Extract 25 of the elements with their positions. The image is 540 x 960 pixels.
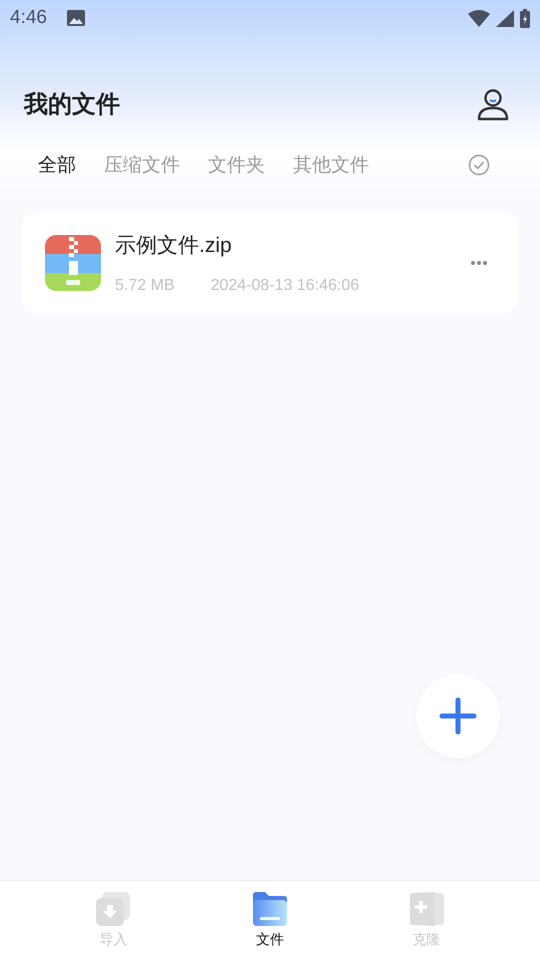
nav-tab[interactable]: 导入: [87, 881, 140, 960]
plus-icon: [439, 697, 477, 735]
battery-icon: [520, 8, 530, 28]
status-time: 4:46: [10, 7, 47, 29]
wifi-icon: [468, 10, 490, 26]
file-card[interactable]: 示例文件.zip 5.72 MB 2024-08-13 16:46:06: [22, 212, 518, 314]
folder-icon: [252, 891, 288, 927]
file-name: 示例文件.zip: [115, 233, 233, 259]
plus-card-icon: [408, 891, 445, 927]
filter-tab[interactable]: 其他文件: [293, 152, 369, 178]
filter-tab[interactable]: 全部: [38, 152, 76, 178]
file-size: 5.72 MB: [115, 277, 175, 295]
page-title: 我的文件: [24, 89, 120, 120]
file-date: 2024-08-13 16:46:06: [210, 277, 360, 295]
filter-tab[interactable]: 文件夹: [208, 152, 265, 178]
more-icon[interactable]: [470, 260, 488, 266]
zip-file-icon: [45, 235, 101, 291]
check-circle-icon[interactable]: [468, 154, 490, 176]
user-icon[interactable]: [476, 87, 510, 121]
signal-icon: [496, 10, 514, 26]
download-icon: [95, 891, 132, 927]
filter-tab[interactable]: 压缩文件: [104, 152, 180, 178]
nav-tab[interactable]: 克隆: [400, 881, 453, 960]
nav-tab[interactable]: 文件: [244, 881, 296, 960]
image-icon: [66, 10, 85, 26]
